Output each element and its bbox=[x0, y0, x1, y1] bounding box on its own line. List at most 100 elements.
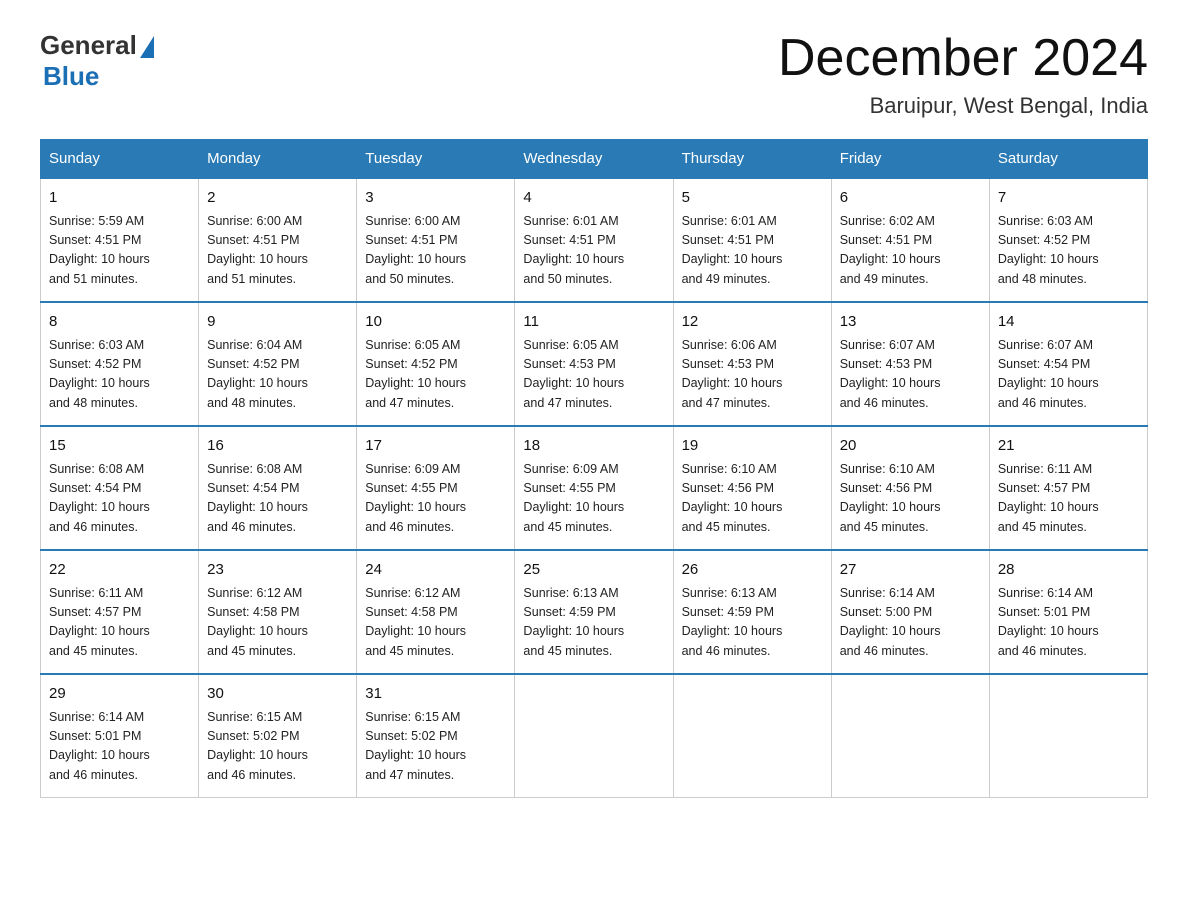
day-info: Sunrise: 6:12 AMSunset: 4:58 PMDaylight:… bbox=[365, 584, 506, 662]
col-sunday: Sunday bbox=[41, 140, 199, 179]
day-info: Sunrise: 6:06 AMSunset: 4:53 PMDaylight:… bbox=[682, 336, 823, 414]
day-info: Sunrise: 6:11 AMSunset: 4:57 PMDaylight:… bbox=[998, 460, 1139, 538]
calendar-week-row: 8Sunrise: 6:03 AMSunset: 4:52 PMDaylight… bbox=[41, 302, 1148, 426]
day-info: Sunrise: 6:04 AMSunset: 4:52 PMDaylight:… bbox=[207, 336, 348, 414]
logo-general-text: General bbox=[40, 30, 137, 61]
calendar-cell: 8Sunrise: 6:03 AMSunset: 4:52 PMDaylight… bbox=[41, 302, 199, 426]
col-friday: Friday bbox=[831, 140, 989, 179]
calendar-cell: 29Sunrise: 6:14 AMSunset: 5:01 PMDayligh… bbox=[41, 674, 199, 798]
calendar-week-row: 22Sunrise: 6:11 AMSunset: 4:57 PMDayligh… bbox=[41, 550, 1148, 674]
day-number: 28 bbox=[998, 559, 1139, 582]
calendar-cell: 7Sunrise: 6:03 AMSunset: 4:52 PMDaylight… bbox=[989, 178, 1147, 302]
day-info: Sunrise: 6:01 AMSunset: 4:51 PMDaylight:… bbox=[523, 212, 664, 290]
calendar-table: Sunday Monday Tuesday Wednesday Thursday… bbox=[40, 139, 1148, 798]
calendar-cell bbox=[673, 674, 831, 798]
calendar-cell: 31Sunrise: 6:15 AMSunset: 5:02 PMDayligh… bbox=[357, 674, 515, 798]
calendar-cell: 18Sunrise: 6:09 AMSunset: 4:55 PMDayligh… bbox=[515, 426, 673, 550]
calendar-header: Sunday Monday Tuesday Wednesday Thursday… bbox=[41, 140, 1148, 179]
calendar-cell: 1Sunrise: 5:59 AMSunset: 4:51 PMDaylight… bbox=[41, 178, 199, 302]
day-info: Sunrise: 6:10 AMSunset: 4:56 PMDaylight:… bbox=[840, 460, 981, 538]
day-number: 26 bbox=[682, 559, 823, 582]
day-info: Sunrise: 6:11 AMSunset: 4:57 PMDaylight:… bbox=[49, 584, 190, 662]
day-info: Sunrise: 6:03 AMSunset: 4:52 PMDaylight:… bbox=[49, 336, 190, 414]
day-info: Sunrise: 6:03 AMSunset: 4:52 PMDaylight:… bbox=[998, 212, 1139, 290]
day-info: Sunrise: 6:13 AMSunset: 4:59 PMDaylight:… bbox=[682, 584, 823, 662]
col-tuesday: Tuesday bbox=[357, 140, 515, 179]
location-title: Baruipur, West Bengal, India bbox=[778, 93, 1148, 119]
title-block: December 2024 Baruipur, West Bengal, Ind… bbox=[778, 30, 1148, 119]
calendar-cell: 14Sunrise: 6:07 AMSunset: 4:54 PMDayligh… bbox=[989, 302, 1147, 426]
day-info: Sunrise: 6:09 AMSunset: 4:55 PMDaylight:… bbox=[365, 460, 506, 538]
day-info: Sunrise: 6:09 AMSunset: 4:55 PMDaylight:… bbox=[523, 460, 664, 538]
header-row: Sunday Monday Tuesday Wednesday Thursday… bbox=[41, 140, 1148, 179]
day-number: 22 bbox=[49, 559, 190, 582]
day-info: Sunrise: 6:10 AMSunset: 4:56 PMDaylight:… bbox=[682, 460, 823, 538]
col-thursday: Thursday bbox=[673, 140, 831, 179]
day-number: 29 bbox=[49, 683, 190, 706]
day-info: Sunrise: 6:05 AMSunset: 4:52 PMDaylight:… bbox=[365, 336, 506, 414]
day-number: 27 bbox=[840, 559, 981, 582]
calendar-cell: 4Sunrise: 6:01 AMSunset: 4:51 PMDaylight… bbox=[515, 178, 673, 302]
day-number: 10 bbox=[365, 311, 506, 334]
day-number: 18 bbox=[523, 435, 664, 458]
col-monday: Monday bbox=[199, 140, 357, 179]
logo-triangle-icon bbox=[140, 36, 154, 58]
calendar-week-row: 29Sunrise: 6:14 AMSunset: 5:01 PMDayligh… bbox=[41, 674, 1148, 798]
day-info: Sunrise: 6:15 AMSunset: 5:02 PMDaylight:… bbox=[207, 708, 348, 786]
calendar-cell: 15Sunrise: 6:08 AMSunset: 4:54 PMDayligh… bbox=[41, 426, 199, 550]
calendar-cell: 13Sunrise: 6:07 AMSunset: 4:53 PMDayligh… bbox=[831, 302, 989, 426]
day-info: Sunrise: 6:05 AMSunset: 4:53 PMDaylight:… bbox=[523, 336, 664, 414]
day-info: Sunrise: 6:07 AMSunset: 4:54 PMDaylight:… bbox=[998, 336, 1139, 414]
day-info: Sunrise: 6:08 AMSunset: 4:54 PMDaylight:… bbox=[49, 460, 190, 538]
calendar-cell: 11Sunrise: 6:05 AMSunset: 4:53 PMDayligh… bbox=[515, 302, 673, 426]
day-info: Sunrise: 6:12 AMSunset: 4:58 PMDaylight:… bbox=[207, 584, 348, 662]
calendar-cell: 30Sunrise: 6:15 AMSunset: 5:02 PMDayligh… bbox=[199, 674, 357, 798]
calendar-body: 1Sunrise: 5:59 AMSunset: 4:51 PMDaylight… bbox=[41, 178, 1148, 798]
day-number: 6 bbox=[840, 187, 981, 210]
day-number: 11 bbox=[523, 311, 664, 334]
day-number: 23 bbox=[207, 559, 348, 582]
day-number: 19 bbox=[682, 435, 823, 458]
day-info: Sunrise: 6:14 AMSunset: 5:01 PMDaylight:… bbox=[49, 708, 190, 786]
day-number: 15 bbox=[49, 435, 190, 458]
day-info: Sunrise: 6:14 AMSunset: 5:01 PMDaylight:… bbox=[998, 584, 1139, 662]
day-number: 5 bbox=[682, 187, 823, 210]
col-saturday: Saturday bbox=[989, 140, 1147, 179]
day-info: Sunrise: 6:07 AMSunset: 4:53 PMDaylight:… bbox=[840, 336, 981, 414]
calendar-cell: 22Sunrise: 6:11 AMSunset: 4:57 PMDayligh… bbox=[41, 550, 199, 674]
calendar-week-row: 1Sunrise: 5:59 AMSunset: 4:51 PMDaylight… bbox=[41, 178, 1148, 302]
day-info: Sunrise: 6:13 AMSunset: 4:59 PMDaylight:… bbox=[523, 584, 664, 662]
day-number: 1 bbox=[49, 187, 190, 210]
calendar-cell bbox=[831, 674, 989, 798]
calendar-cell: 17Sunrise: 6:09 AMSunset: 4:55 PMDayligh… bbox=[357, 426, 515, 550]
day-info: Sunrise: 6:15 AMSunset: 5:02 PMDaylight:… bbox=[365, 708, 506, 786]
day-number: 8 bbox=[49, 311, 190, 334]
day-number: 31 bbox=[365, 683, 506, 706]
calendar-cell: 27Sunrise: 6:14 AMSunset: 5:00 PMDayligh… bbox=[831, 550, 989, 674]
calendar-cell: 20Sunrise: 6:10 AMSunset: 4:56 PMDayligh… bbox=[831, 426, 989, 550]
day-info: Sunrise: 6:00 AMSunset: 4:51 PMDaylight:… bbox=[365, 212, 506, 290]
day-info: Sunrise: 5:59 AMSunset: 4:51 PMDaylight:… bbox=[49, 212, 190, 290]
day-info: Sunrise: 6:00 AMSunset: 4:51 PMDaylight:… bbox=[207, 212, 348, 290]
calendar-cell bbox=[515, 674, 673, 798]
calendar-cell: 21Sunrise: 6:11 AMSunset: 4:57 PMDayligh… bbox=[989, 426, 1147, 550]
day-info: Sunrise: 6:08 AMSunset: 4:54 PMDaylight:… bbox=[207, 460, 348, 538]
month-title: December 2024 bbox=[778, 30, 1148, 87]
day-number: 13 bbox=[840, 311, 981, 334]
calendar-week-row: 15Sunrise: 6:08 AMSunset: 4:54 PMDayligh… bbox=[41, 426, 1148, 550]
day-number: 7 bbox=[998, 187, 1139, 210]
logo-blue-text: Blue bbox=[43, 61, 99, 92]
day-number: 16 bbox=[207, 435, 348, 458]
day-number: 14 bbox=[998, 311, 1139, 334]
calendar-cell: 25Sunrise: 6:13 AMSunset: 4:59 PMDayligh… bbox=[515, 550, 673, 674]
logo: General Blue bbox=[40, 30, 154, 92]
day-number: 30 bbox=[207, 683, 348, 706]
day-number: 12 bbox=[682, 311, 823, 334]
calendar-cell: 19Sunrise: 6:10 AMSunset: 4:56 PMDayligh… bbox=[673, 426, 831, 550]
day-info: Sunrise: 6:02 AMSunset: 4:51 PMDaylight:… bbox=[840, 212, 981, 290]
day-number: 25 bbox=[523, 559, 664, 582]
day-number: 9 bbox=[207, 311, 348, 334]
day-number: 21 bbox=[998, 435, 1139, 458]
calendar-cell: 3Sunrise: 6:00 AMSunset: 4:51 PMDaylight… bbox=[357, 178, 515, 302]
calendar-cell: 16Sunrise: 6:08 AMSunset: 4:54 PMDayligh… bbox=[199, 426, 357, 550]
